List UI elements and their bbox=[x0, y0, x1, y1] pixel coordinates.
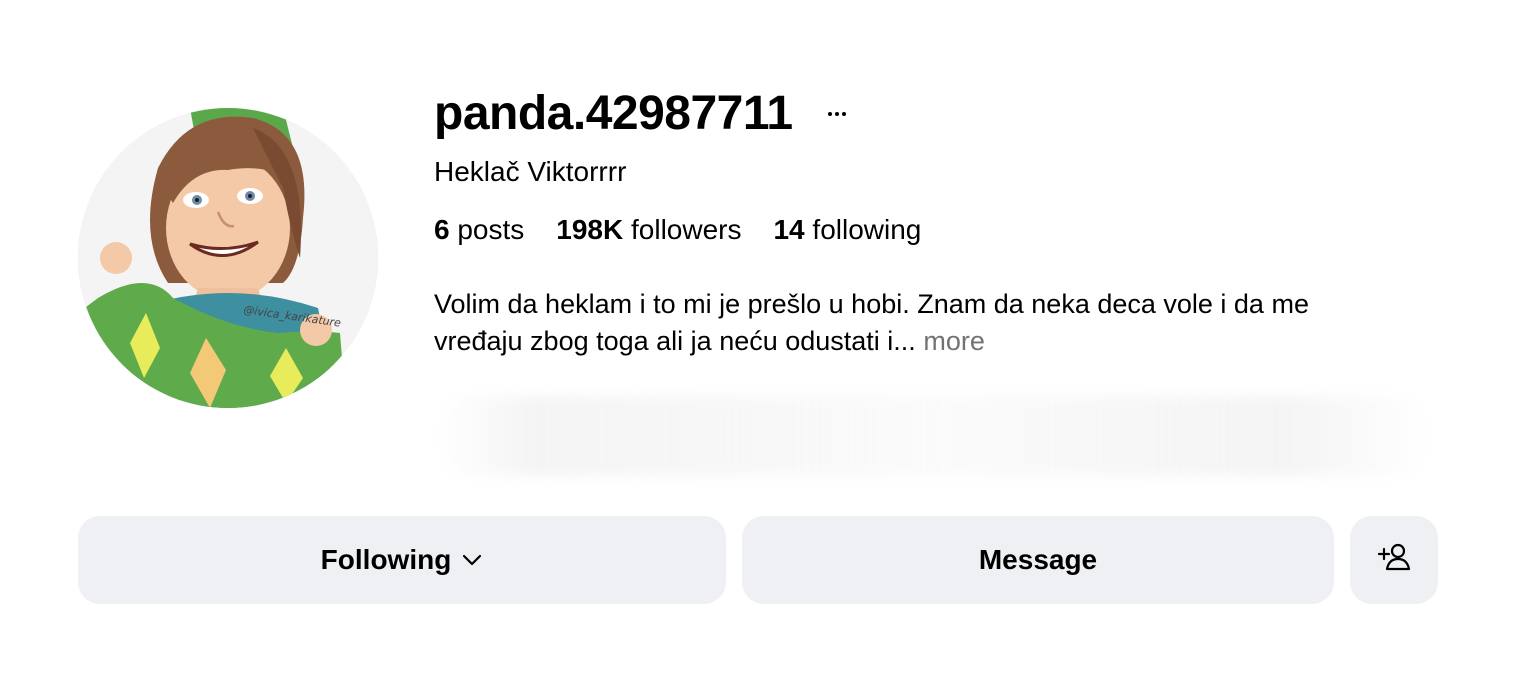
posts-count: 6 bbox=[434, 214, 450, 245]
profile-actions: Following Message bbox=[78, 516, 1438, 604]
followers-count: 198K bbox=[556, 214, 624, 245]
followers-label: followers bbox=[623, 214, 742, 245]
following-count: 14 bbox=[773, 214, 805, 245]
following-label: following bbox=[804, 214, 922, 245]
bio: Volim da heklam i to mi je prešlo u hobi… bbox=[434, 286, 1394, 360]
following-button[interactable]: Following bbox=[78, 516, 726, 604]
posts-stat[interactable]: 6 posts bbox=[434, 212, 524, 248]
message-button-label: Message bbox=[978, 544, 1098, 575]
bio-text: Volim da heklam i to mi je prešlo u hobi… bbox=[434, 289, 1309, 356]
add-user-icon bbox=[1377, 542, 1411, 579]
full-name: Heklač Viktorrrr bbox=[434, 156, 627, 187]
username: panda.42987711 bbox=[434, 87, 793, 140]
following-button-label: Following bbox=[320, 544, 452, 575]
blurred-content bbox=[434, 396, 1434, 476]
profile-stats: 6 posts 198K followers 14 following bbox=[434, 212, 1444, 248]
add-user-button[interactable] bbox=[1350, 516, 1438, 604]
bio-more-link[interactable]: more bbox=[923, 326, 985, 356]
avatar-illustration: @ivica_karikature bbox=[78, 108, 378, 408]
followers-stat[interactable]: 198K followers bbox=[556, 212, 741, 248]
more-options-icon[interactable] bbox=[817, 94, 857, 134]
message-button[interactable]: Message bbox=[742, 516, 1334, 604]
profile-info: panda.42987711 Heklač Viktorrrr 6 posts … bbox=[434, 84, 1444, 476]
chevron-down-icon bbox=[461, 549, 483, 571]
avatar-image: @ivica_karikature bbox=[78, 108, 378, 408]
username-row: panda.42987711 bbox=[434, 84, 1444, 144]
profile-avatar[interactable]: @ivica_karikature bbox=[78, 108, 378, 408]
following-stat[interactable]: 14 following bbox=[773, 212, 921, 248]
posts-label: posts bbox=[449, 214, 525, 245]
